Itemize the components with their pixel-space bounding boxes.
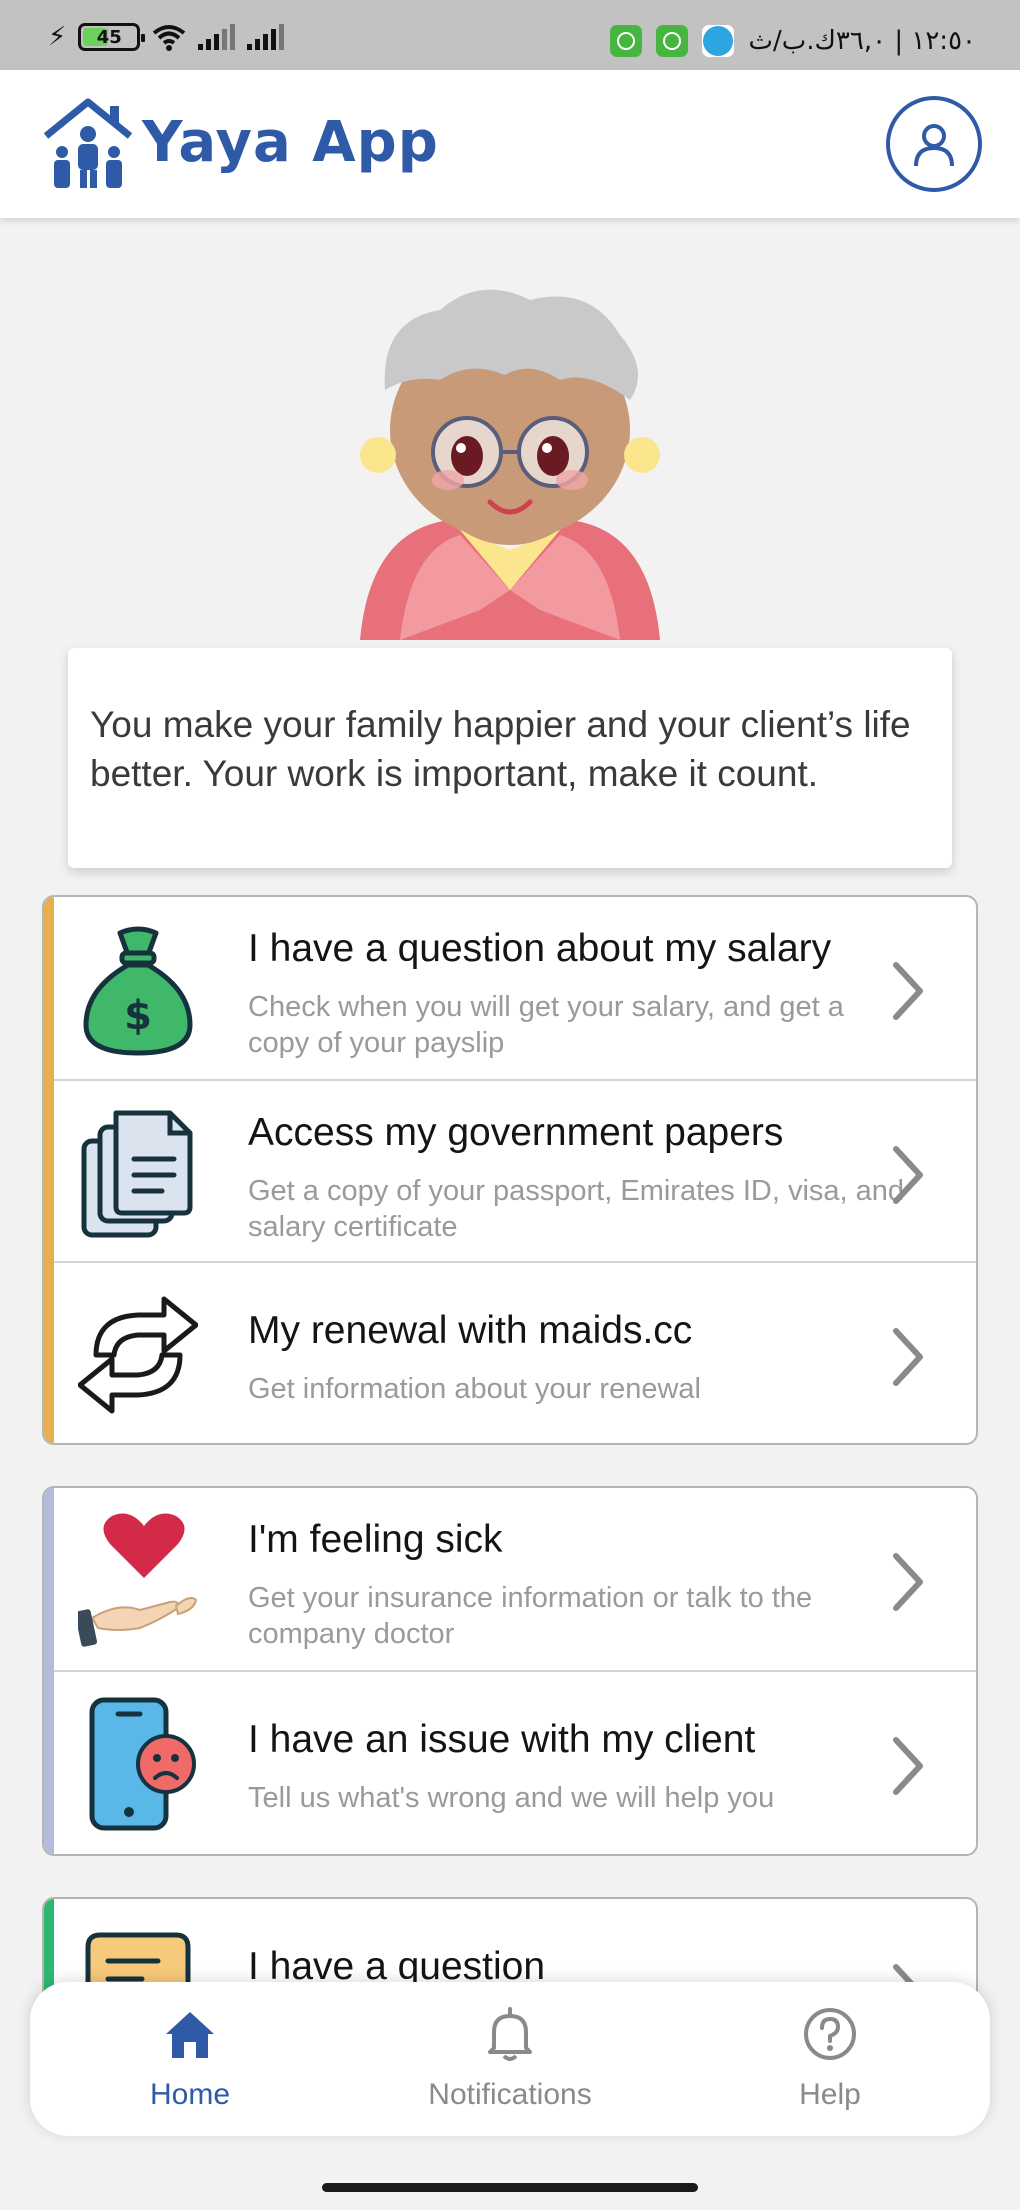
svg-text:$: $ [124, 993, 152, 1039]
menu-group-work: $ I have a question about my salary Chec… [42, 895, 978, 1445]
menu-item-title: My renewal with maids.cc [248, 1309, 693, 1352]
menu-item-renewal[interactable]: My renewal with maids.cc Get information… [54, 1261, 976, 1443]
status-bar: ⚡ 45 ١٢:٥٠ | ٣٦,٠ك.ب/ث [0, 0, 1020, 70]
menu-item-description: Tell us what's wrong and we will help yo… [248, 1782, 775, 1814]
menu-item-salary[interactable]: $ I have a question about my salary Chec… [54, 897, 976, 1079]
charging-icon: ⚡ [48, 22, 67, 52]
telegram-icon [702, 25, 735, 57]
nav-home[interactable]: Home [90, 2004, 290, 2112]
renewal-arrows-icon [78, 1296, 198, 1414]
battery-level: 45 [96, 26, 122, 48]
menu-item-title: Access my government papers [248, 1111, 784, 1154]
app-header: Yaya App [0, 70, 1020, 218]
chevron-right-icon [893, 1146, 923, 1204]
nav-notifications[interactable]: Notifications [410, 2004, 610, 2112]
app-notification-icon [610, 25, 643, 57]
nav-notifications-label: Notifications [428, 2078, 592, 2111]
user-profile-icon [914, 124, 954, 167]
group-accent-bar [44, 897, 54, 1443]
status-icons-right: ١٢:٥٠ | ٣٦,٠ك.ب/ث [610, 25, 976, 57]
motivation-quote: You make your family happier and your cl… [90, 704, 911, 794]
nav-help-label: Help [799, 2078, 861, 2111]
group-accent-bar [44, 1488, 54, 1854]
menu-item-description: Get a copy of your passport, Emirates ID… [248, 1175, 905, 1243]
app-notification-icon-2 [656, 25, 689, 57]
signal-icon [198, 24, 236, 50]
heart-hand-icon [78, 1513, 198, 1647]
home-icon [166, 2012, 214, 2058]
motivation-quote-card: You make your family happier and your cl… [68, 648, 952, 868]
sad-phone-icon [89, 1697, 196, 1831]
app-title: Yaya App [142, 110, 439, 175]
profile-button[interactable] [886, 96, 982, 192]
wifi-icon [153, 25, 186, 51]
menu-item-feeling-sick[interactable]: I'm feeling sick Get your insurance info… [54, 1488, 976, 1670]
nav-help[interactable]: Help [730, 2004, 930, 2112]
menu-item-description: Check when you will get your salary, and… [248, 991, 844, 1059]
menu-item-description: Get information about your renewal [248, 1373, 701, 1405]
chevron-right-icon [893, 1737, 923, 1795]
family-house-logo [43, 98, 133, 188]
chevron-right-icon [893, 1328, 923, 1386]
menu-item-description: Get your insurance information or talk t… [248, 1582, 813, 1650]
help-question-icon [804, 2008, 856, 2060]
bottom-navigation: Home Notifications Help [30, 1982, 990, 2136]
signal-icon-2 [247, 24, 285, 50]
chevron-right-icon [893, 1553, 923, 1611]
menu-group-support: I'm feeling sick Get your insurance info… [42, 1486, 978, 1856]
documents-icon [81, 1110, 193, 1238]
menu-item-title: I'm feeling sick [248, 1518, 503, 1561]
menu-item-title: I have a question about my salary [248, 927, 832, 970]
menu-item-client-issue[interactable]: I have an issue with my client Tell us w… [54, 1670, 976, 1852]
grandmother-illustration [360, 289, 660, 640]
status-time: ١٢:٥٠ | ٣٦,٠ك.ب/ث [748, 26, 976, 56]
chevron-right-icon [893, 962, 923, 1020]
battery-icon: 45 [78, 23, 146, 51]
home-indicator-bar[interactable] [322, 2183, 698, 2192]
nav-home-label: Home [149, 2078, 231, 2111]
money-bag-icon: $ [83, 926, 193, 1056]
menu-item-title: I have an issue with my client [248, 1718, 756, 1761]
bell-icon [488, 2007, 532, 2061]
menu-item-government-papers[interactable]: Access my government papers Get a copy o… [54, 1079, 976, 1261]
status-icons-left: ⚡ 45 [48, 22, 285, 52]
